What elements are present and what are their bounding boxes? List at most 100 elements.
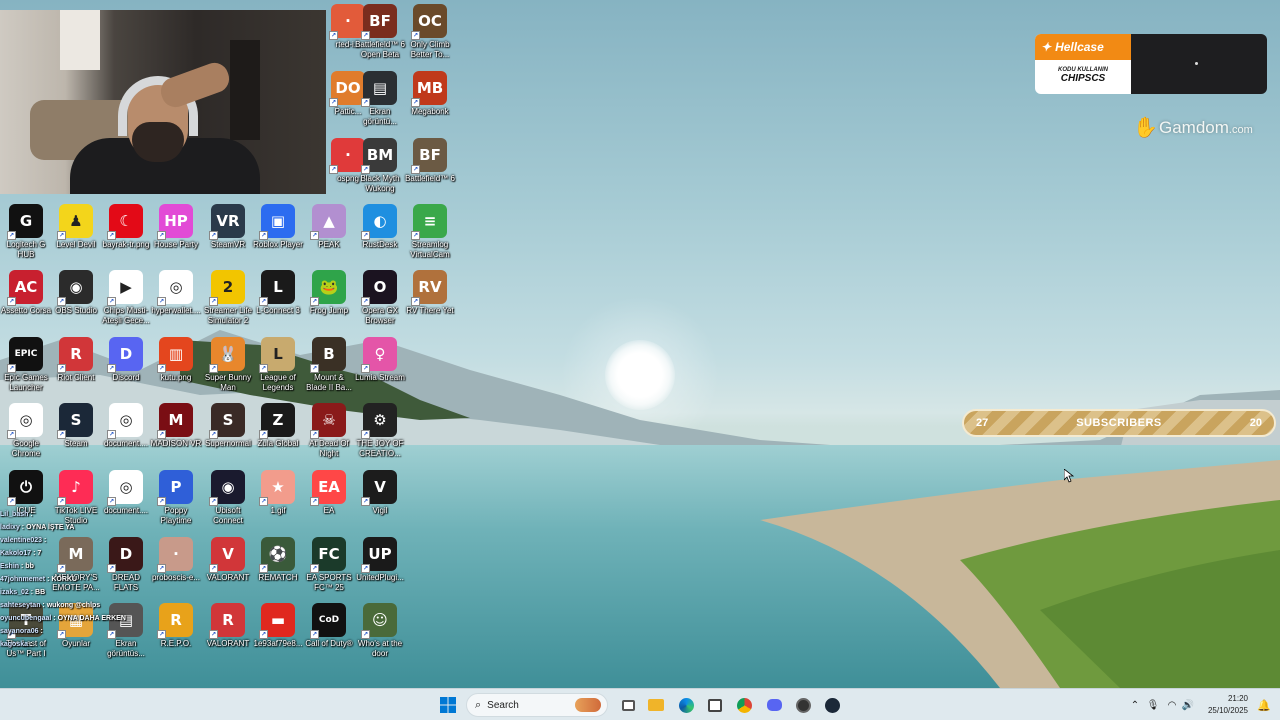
desktop-icon[interactable]: Z ↗ Zula Global	[252, 403, 304, 449]
desktop-icon-label: RustDesk	[362, 240, 398, 249]
desktop-icon[interactable]: OC ↗ Only Climb Better To...	[404, 4, 456, 60]
desktop-icon[interactable]: S ↗ Supernormal	[202, 403, 254, 449]
desktop-icon[interactable]: ⚙ ↗ THE JOY OF CREATIO...	[354, 403, 406, 459]
desktop-icon[interactable]: D ↗ Discord	[100, 337, 152, 383]
desktop-icon[interactable]: FC ↗ EA SPORTS FC™ 25	[303, 537, 355, 593]
hellcase-logo-icon: ✦	[1041, 40, 1052, 54]
desktop-icon[interactable]: ▣ ↗ Roblox Player	[252, 204, 304, 250]
desktop-icon[interactable]: ⚽ ↗ REMATCH	[252, 537, 304, 583]
desktop-icon[interactable]: L ↗ League of Legends	[252, 337, 304, 393]
desktop-icon[interactable]: ▲ ↗ PEAK	[303, 204, 355, 250]
desktop-icon[interactable]: RV ↗ RV There Yet	[404, 270, 456, 316]
desktop-icon[interactable]: BF ↗ Battlefield™ 6	[404, 138, 456, 184]
desktop-icon[interactable]: ◉ ↗ OBS Studio	[50, 270, 102, 316]
desktop-icon-label: League of Legends	[260, 373, 296, 392]
desktop-icon[interactable]: 🐰 ↗ Super Bunny Man	[202, 337, 254, 393]
desktop-icon[interactable]: R ↗ VALORANT	[202, 603, 254, 649]
chat-username: oyuncubengaal	[0, 615, 54, 622]
desktop-icon[interactable]: L ↗ L-Connect 3	[252, 270, 304, 316]
subscriber-goal: 20	[1249, 417, 1262, 429]
search-icon: ⌕	[475, 698, 482, 711]
desktop-icon[interactable]: EA ↗ EA	[303, 470, 355, 516]
desktop-icon-label: VALORANT	[206, 573, 250, 582]
shortcut-arrow-icon: ↗	[7, 297, 16, 306]
desktop-icon[interactable]: MB ↗ Megabonk	[404, 71, 456, 117]
chat-username: Kakolo17	[0, 550, 34, 557]
clock-time: 21:20	[1227, 694, 1248, 703]
shortcut-arrow-icon: ↗	[329, 98, 338, 107]
chat-message: sayanora06 :	[0, 625, 200, 638]
shortcut-arrow-icon: ↗	[259, 297, 268, 306]
shortcut-arrow-icon: ↗	[157, 364, 166, 373]
taskbar-clock[interactable]: 21:20 25/10/2025	[1204, 693, 1248, 717]
shortcut-arrow-icon: ↗	[57, 497, 66, 506]
file-explorer-icon[interactable]	[646, 695, 666, 715]
obs-taskbar-icon[interactable]	[793, 695, 813, 715]
desktop-icon[interactable]: ☠ ↗ At Dead Of Night	[303, 403, 355, 459]
notifications-icon[interactable]: 🔔	[1254, 695, 1274, 715]
desktop-icon[interactable]: AC ↗ Assetto Corsa	[0, 270, 52, 316]
chat-message: ladixy : OYNA İŞTE YA	[0, 521, 200, 534]
desktop-icon-label: Logitech G HUB	[6, 240, 46, 259]
microphone-icon[interactable]: 🎙	[1142, 700, 1164, 711]
desktop-icon[interactable]: ▬ ↗ 1e93af79e8...	[252, 603, 304, 649]
wifi-icon[interactable]: ◠	[1164, 700, 1180, 711]
edge-browser-icon[interactable]	[676, 695, 696, 715]
start-button[interactable]	[438, 695, 458, 715]
volume-icon[interactable]: 🔊	[1180, 700, 1196, 711]
desktop-icon[interactable]: VR ↗ SteamVR	[202, 204, 254, 250]
desktop-icon[interactable]: UP ↗ UnitedPlugi...	[354, 537, 406, 583]
shortcut-arrow-icon: ↗	[157, 497, 166, 506]
desktop-icon[interactable]: S ↗ Steam	[50, 403, 102, 449]
desktop-icon[interactable]: O ↗ Opera GX Browser	[354, 270, 406, 326]
desktop-icon[interactable]: R ↗ Riot Client	[50, 337, 102, 383]
desktop-icon[interactable]: ☺ ↗ Who's at the door	[354, 603, 406, 659]
desktop-icon[interactable]: ▶ ↗ Chips Musti-Ateşli Gece...	[100, 270, 152, 326]
desktop-icon-label: Streamer Life Simulator 2	[203, 306, 253, 325]
chat-username: kagoska	[0, 641, 30, 648]
task-view-icon[interactable]	[618, 695, 638, 715]
discord-taskbar-icon[interactable]	[764, 695, 784, 715]
desktop-icon[interactable]: EPIC ↗ Epic Games Launcher	[0, 337, 52, 393]
desktop-icon-label: Riot Client	[57, 373, 95, 382]
desktop-icon[interactable]: CoD ↗ Call of Duty®	[303, 603, 355, 649]
desktop-icon[interactable]: ▤ ↗ Ekran görüntü...	[354, 71, 406, 127]
desktop-icon[interactable]: ♟ ↗ Level Devil	[50, 204, 102, 250]
app-icon: R ↗	[209, 603, 245, 639]
desktop-icon[interactable]: ◎ ↗ Google Chrome	[0, 403, 52, 459]
desktop-icon-label: Google Chrome	[11, 439, 41, 458]
desktop-icon[interactable]: V ↗ VALORANT	[202, 537, 254, 583]
desktop-icon[interactable]: B ↗ Mount & Blade II Ba...	[303, 337, 355, 393]
shortcut-arrow-icon: ↗	[259, 564, 268, 573]
desktop-icon[interactable]: ◐ ↗ RustDesk	[354, 204, 406, 250]
chat-message: 47johnmemet : KORKU	[0, 573, 200, 586]
desktop-icon[interactable]: BF ↗ Battlefield™ 6 Open Beta	[354, 4, 406, 60]
desktop-icon[interactable]: ≡ ↗ Streamlog VirtualCam	[404, 204, 456, 260]
desktop-icon[interactable]: 🐸 ↗ Frog Jump	[303, 270, 355, 316]
app-icon: S ↗	[57, 403, 93, 439]
desktop-icon[interactable]: ◎ ↗ document....	[100, 403, 152, 449]
desktop-icon[interactable]: ♀ ↗ Lumia Stream	[354, 337, 406, 383]
desktop-icon[interactable]: ◉ ↗ Ubisoft Connect	[202, 470, 254, 526]
chat-text: : OYNA DAHA ERKEN	[53, 615, 126, 622]
chrome-taskbar-icon[interactable]	[734, 695, 754, 715]
desktop-icon-label: PEAK	[318, 240, 340, 249]
shortcut-arrow-icon: ↗	[259, 497, 268, 506]
desktop-icon-label: Who's at the door	[357, 639, 403, 658]
desktop-icon[interactable]: G ↗ Logitech G HUB	[0, 204, 52, 260]
desktop-icon[interactable]: M ↗ MADISON VR	[150, 403, 202, 449]
desktop-icon[interactable]: 2 ↗ Streamer Life Simulator 2	[202, 270, 254, 326]
taskbar-search-box[interactable]: ⌕ Search	[466, 693, 608, 717]
desktop-icon[interactable]: ☾ ↗ bayrak-tr.png	[100, 204, 152, 250]
desktop-icon[interactable]: BM ↗ Black Myth Wukong	[354, 138, 406, 194]
desktop-icon[interactable]: ★ ↗ 1.gif	[252, 470, 304, 516]
chat-message: oyuncubengaal : OYNA DAHA ERKEN	[0, 612, 200, 625]
app-icon: ☺ ↗	[361, 603, 397, 639]
microsoft-store-icon[interactable]	[705, 695, 725, 715]
desktop-icon[interactable]: V ↗ Vigil	[354, 470, 406, 516]
desktop-icon[interactable]: HP ↗ House Party	[150, 204, 202, 250]
show-hidden-icons-chevron-icon[interactable]: ⌃	[1128, 700, 1142, 711]
steam-taskbar-icon[interactable]	[822, 695, 842, 715]
desktop-icon[interactable]: ▥ ↗ kutu.png	[150, 337, 202, 383]
desktop-icon[interactable]: ◎ ↗ hyperwallet....	[150, 270, 202, 316]
